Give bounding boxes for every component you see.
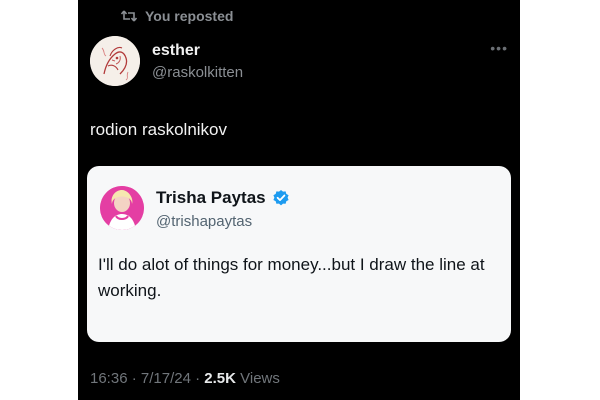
author-name[interactable]: esther [152, 42, 200, 60]
views-label: Views [240, 370, 280, 387]
more-options-icon[interactable]: ••• [490, 40, 508, 56]
repost-indicator: You reposted [121, 8, 233, 24]
post-time[interactable]: 16:36 [90, 370, 128, 387]
meta-separator: · [131, 370, 137, 387]
quoted-author-name[interactable]: Trisha Paytas [156, 188, 266, 208]
post-metadata: 16:36 · 7/17/24 · 2.5K Views [90, 370, 280, 387]
post-text: rodion raskolnikov [90, 120, 228, 139]
views-count: 2.5K [204, 370, 236, 387]
repost-icon [121, 9, 137, 23]
quoted-author-name-row: Trisha Paytas [156, 188, 290, 208]
post-date[interactable]: 7/17/24 [141, 370, 191, 387]
author-avatar[interactable] [90, 36, 140, 86]
repost-label: You reposted [145, 8, 234, 24]
reposted-post[interactable]: You reposted esther @raskolkitten ••• ro… [78, 0, 520, 400]
author-handle[interactable]: @raskolkitten [152, 64, 243, 81]
quoted-post-text: I'll do alot of things for money...but I… [98, 255, 485, 300]
quoted-post-card[interactable]: Trisha Paytas @trishapaytas I'll do alot… [87, 166, 511, 342]
meta-separator: · [195, 370, 201, 387]
verified-badge-icon [272, 189, 290, 207]
quoted-author-handle[interactable]: @trishapaytas [156, 213, 252, 230]
quoted-author-avatar[interactable] [100, 186, 144, 230]
